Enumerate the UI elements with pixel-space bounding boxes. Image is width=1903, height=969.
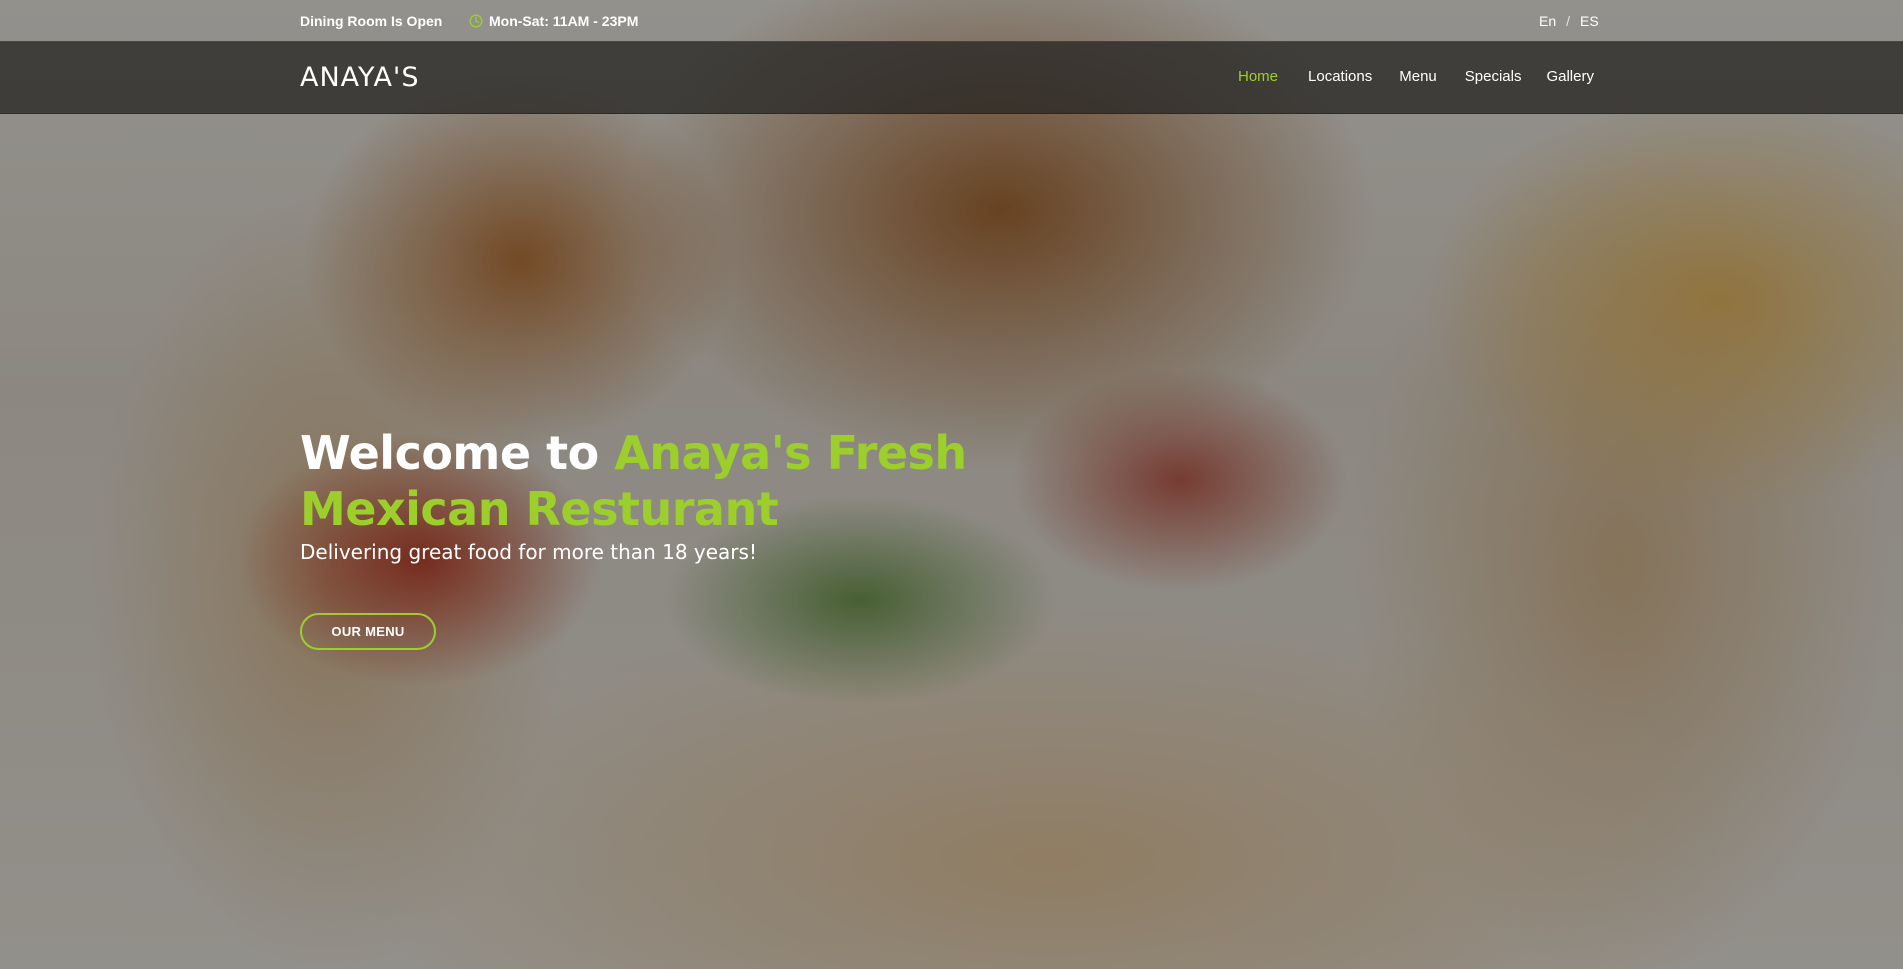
page: Dining Room Is Open Mon-Sat: 11AM - 23PM… [0,0,1903,969]
main-navbar: ANAYA'S Home Locations Menu Specials Gal… [0,41,1903,114]
opening-hours: Mon-Sat: 11AM - 23PM [469,13,638,29]
brand-logo[interactable]: ANAYA'S [300,62,419,93]
hero-title-prefix: Welcome to [300,426,615,480]
language-es-link[interactable]: ES [1580,13,1599,29]
nav-item-home[interactable]: Home [1238,68,1278,85]
dining-room-status: Dining Room Is Open [300,13,443,29]
language-separator: / [1566,13,1571,29]
our-menu-button[interactable]: OUR MENU [300,613,436,650]
language-en-link[interactable]: En [1539,13,1556,29]
clock-icon [469,14,483,28]
nav-item-menu[interactable]: Menu [1399,68,1437,85]
nav-item-specials[interactable]: Specials [1465,68,1522,85]
hero-title: Welcome to Anaya's Fresh Mexican Restura… [300,425,1000,537]
top-info-bar: Dining Room Is Open Mon-Sat: 11AM - 23PM… [0,0,1903,41]
hero-subtitle: Delivering great food for more than 18 y… [300,540,757,564]
opening-hours-text: Mon-Sat: 11AM - 23PM [489,13,639,29]
language-switcher: En / ES [1539,13,1599,29]
nav-menu: Home Locations Menu Specials Gallery [1238,68,1594,85]
nav-item-gallery[interactable]: Gallery [1546,68,1594,85]
nav-item-locations[interactable]: Locations [1308,68,1372,85]
